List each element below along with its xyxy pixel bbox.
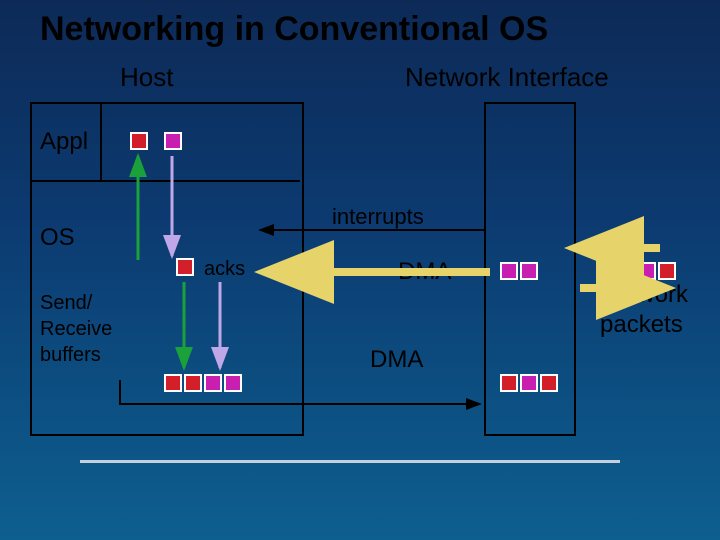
appl-label: Appl (40, 128, 88, 156)
interrupts-label: interrupts (332, 204, 424, 230)
send-receive-buffers-label: Send/ Receive buffers (40, 290, 112, 368)
appl-divider-h (32, 180, 300, 182)
network-interface-label: Network Interface (405, 62, 609, 93)
packet-icon (618, 262, 636, 280)
bus-line (80, 460, 620, 463)
packet-icon (520, 262, 538, 280)
packet-icon (540, 374, 558, 392)
os-label: OS (40, 224, 75, 252)
packet-icon (658, 262, 676, 280)
packet-icon (164, 132, 182, 150)
packet-icon (204, 374, 222, 392)
packet-icon (638, 262, 656, 280)
dma-in-label: DMA (398, 258, 451, 286)
packet-icon (164, 374, 182, 392)
network-packets-label: Network packets (600, 280, 688, 340)
packet-icon (130, 132, 148, 150)
slide-title: Networking in Conventional OS (40, 10, 548, 49)
packet-icon (520, 374, 538, 392)
packet-icon (598, 262, 616, 280)
acks-label: acks (204, 258, 245, 281)
packet-icon (184, 374, 202, 392)
packet-icon (500, 262, 518, 280)
packet-icon (176, 258, 194, 276)
host-label: Host (120, 62, 173, 93)
packet-icon (224, 374, 242, 392)
packet-icon (500, 374, 518, 392)
dma-out-label: DMA (370, 346, 423, 374)
appl-divider-v (100, 104, 102, 180)
